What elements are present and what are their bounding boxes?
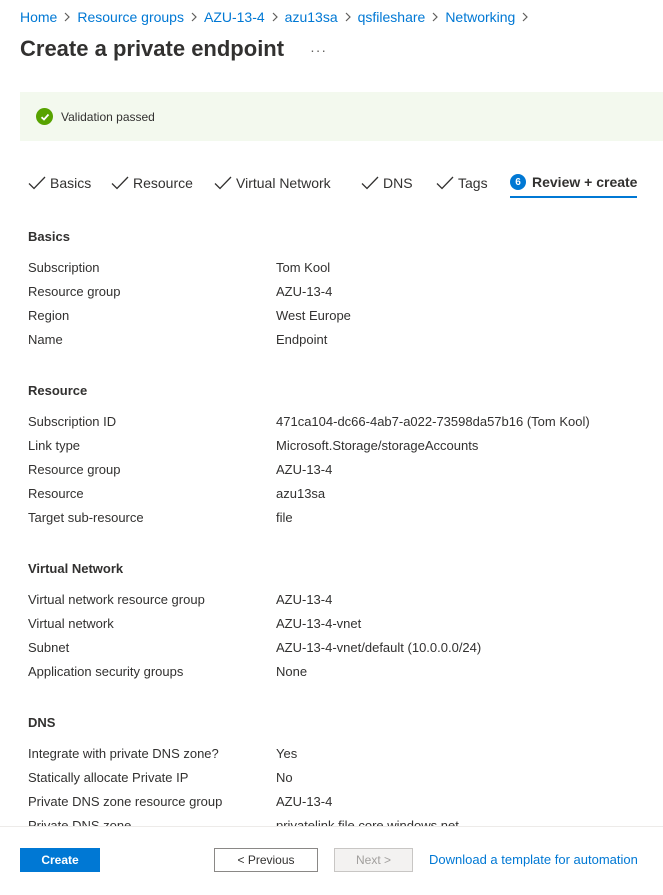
checkmark-icon [28, 175, 46, 191]
validation-message: Validation passed [61, 109, 155, 124]
summary-row: Subnet AZU-13-4-vnet/default (10.0.0.0/2… [28, 637, 648, 657]
summary-row: Subscription Tom Kool [28, 257, 648, 277]
footer-action-bar: Create < Previous Next > Download a temp… [0, 826, 663, 895]
summary-row: Target sub-resource file [28, 507, 648, 527]
row-key: Virtual network [28, 615, 114, 631]
breadcrumb: Home Resource groups AZU-13-4 azu13sa qs… [20, 9, 535, 25]
summary-row: Virtual network AZU-13-4-vnet [28, 613, 648, 633]
chevron-right-icon [425, 12, 445, 22]
page-title: Create a private endpoint [20, 36, 285, 61]
row-key: Resource group [28, 283, 121, 299]
summary-row: Link type Microsoft.Storage/storageAccou… [28, 435, 648, 455]
tab-virtual-network[interactable]: Virtual Network [214, 168, 331, 198]
more-options-button[interactable]: ··· [310, 42, 327, 58]
chevron-right-icon [515, 12, 535, 22]
summary-row: Name Endpoint [28, 329, 648, 349]
row-value: No [276, 769, 293, 785]
row-key: Name [28, 331, 63, 347]
summary-row: Statically allocate Private IP No [28, 767, 648, 787]
row-value: 471ca104-dc66-4ab7-a022-73598da57b16 (To… [276, 413, 590, 429]
row-value: AZU-13-4-vnet [276, 615, 362, 631]
tab-tags[interactable]: Tags [436, 168, 488, 198]
row-key: Link type [28, 437, 81, 453]
breadcrumb-resource-groups[interactable]: Resource groups [77, 9, 184, 25]
row-value: Microsoft.Storage/storageAccounts [276, 437, 479, 453]
row-key: Target sub-resource [28, 509, 144, 525]
tab-label: Resource [133, 175, 193, 191]
row-key: Virtual network resource group [28, 591, 205, 607]
tab-resource[interactable]: Resource [111, 168, 193, 198]
row-key: Resource [28, 485, 84, 501]
row-key: Subscription [28, 259, 100, 275]
summary-row: Private DNS zone resource group AZU-13-4 [28, 791, 648, 811]
row-value: azu13sa [276, 485, 326, 501]
summary-row: Subscription ID 471ca104-dc66-4ab7-a022-… [28, 411, 648, 431]
wizard-tabs: Basics Resource Virtual Network DNS Tags… [28, 168, 648, 198]
checkmark-icon [436, 175, 454, 191]
summary-row: Resource group AZU-13-4 [28, 459, 648, 479]
breadcrumb-file-share[interactable]: qsfileshare [358, 9, 426, 25]
summary-row: Resource azu13sa [28, 483, 648, 503]
row-value: AZU-13-4 [276, 793, 333, 809]
section-title-dns: DNS [28, 715, 56, 730]
row-value: AZU-13-4 [276, 283, 333, 299]
checkmark-icon [214, 175, 232, 191]
previous-button[interactable]: < Previous [214, 848, 318, 872]
next-button[interactable]: Next > [334, 848, 413, 872]
chevron-right-icon [57, 12, 77, 22]
checkmark-icon [361, 175, 379, 191]
row-key: Region [28, 307, 70, 323]
download-template-link[interactable]: Download a template for automation [429, 852, 638, 867]
row-key: Integrate with private DNS zone? [28, 745, 219, 761]
validation-banner: Validation passed [20, 92, 663, 141]
row-value: AZU-13-4 [276, 461, 333, 477]
row-value: West Europe [276, 307, 351, 323]
row-value: AZU-13-4-vnet/default (10.0.0.0/24) [276, 639, 482, 655]
breadcrumb-resource-group[interactable]: AZU-13-4 [204, 9, 265, 25]
tab-review-create[interactable]: 6 Review + create [510, 168, 638, 198]
row-key: Statically allocate Private IP [28, 769, 189, 785]
row-value: None [276, 663, 308, 679]
summary-row: Application security groups None [28, 661, 648, 681]
tab-basics[interactable]: Basics [28, 168, 91, 198]
row-key: Application security groups [28, 663, 184, 679]
tab-dns[interactable]: DNS [361, 168, 413, 198]
summary-row: Region West Europe [28, 305, 648, 325]
section-title-basics: Basics [28, 229, 70, 244]
row-value: file [276, 509, 293, 525]
chevron-right-icon [265, 12, 285, 22]
row-value: AZU-13-4 [276, 591, 333, 607]
chevron-right-icon [338, 12, 358, 22]
row-key: Subscription ID [28, 413, 117, 429]
row-key: Resource group [28, 461, 121, 477]
row-key: Private DNS zone resource group [28, 793, 223, 809]
row-value: Endpoint [276, 331, 328, 347]
title-row: Create a private endpoint ··· [20, 36, 327, 62]
tab-label: Virtual Network [236, 175, 331, 191]
summary-row: Resource group AZU-13-4 [28, 281, 648, 301]
row-value: Tom Kool [276, 259, 331, 275]
tab-label: DNS [383, 175, 413, 191]
tab-label: Review + create [532, 174, 638, 190]
create-button[interactable]: Create [20, 848, 100, 872]
breadcrumb-storage-account[interactable]: azu13sa [285, 9, 338, 25]
breadcrumb-networking[interactable]: Networking [445, 9, 515, 25]
tab-label: Basics [50, 175, 92, 191]
chevron-right-icon [184, 12, 204, 22]
step-number-badge: 6 [510, 174, 526, 190]
summary-row: Virtual network resource group AZU-13-4 [28, 589, 648, 609]
row-key: Subnet [28, 639, 70, 655]
check-circle-icon [36, 108, 53, 125]
row-value: Yes [276, 745, 298, 761]
tab-label: Tags [458, 175, 488, 191]
summary-row: Integrate with private DNS zone? Yes [28, 743, 648, 763]
checkmark-icon [111, 175, 129, 191]
section-title-virtual-network: Virtual Network [28, 561, 124, 576]
section-title-resource: Resource [28, 383, 88, 398]
breadcrumb-home[interactable]: Home [20, 9, 57, 25]
